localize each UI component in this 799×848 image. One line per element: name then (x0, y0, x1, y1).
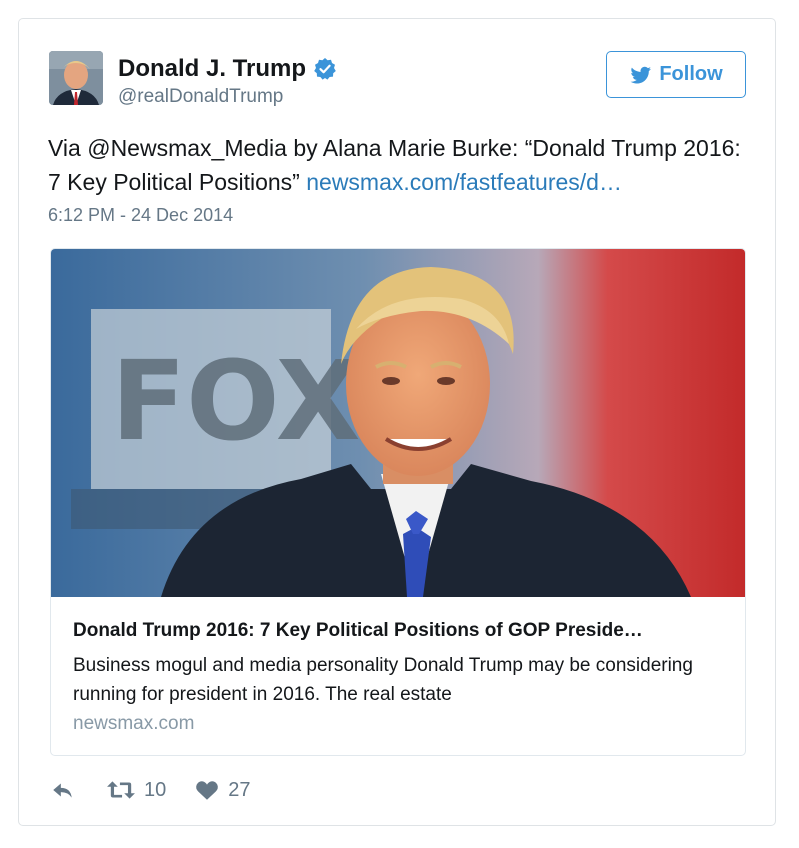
card-title[interactable]: Donald Trump 2016: 7 Key Political Posit… (73, 620, 728, 642)
like-count: 27 (228, 778, 251, 801)
heart-icon (196, 781, 219, 800)
reply-button[interactable] (50, 777, 76, 803)
retweet-icon (107, 781, 135, 799)
card-description: Business mogul and media personality Don… (73, 655, 693, 705)
card-image-fox-text: FOX (111, 337, 361, 465)
author-name-row: Donald J. Trump (118, 55, 337, 83)
link-preview-card[interactable]: FOX Donald Trump 2016: 7 Key Political P… (50, 248, 746, 756)
follow-label: Follow (659, 63, 723, 85)
avatar[interactable] (49, 51, 103, 105)
retweet-count: 10 (144, 778, 167, 801)
tweet-actions: 10 27 (50, 777, 251, 803)
like-button[interactable]: 27 (194, 777, 251, 803)
reply-icon (53, 783, 72, 798)
card-image: FOX (51, 249, 745, 597)
card-domain: newsmax.com (73, 713, 195, 734)
verified-badge-icon (313, 57, 337, 81)
tweet-timestamp[interactable]: 6:12 PM - 24 Dec 2014 (48, 205, 233, 226)
tweet-text: Via @Newsmax_Media by Alana Marie Burke:… (48, 131, 748, 199)
follow-button[interactable]: Follow (606, 51, 746, 98)
retweet-button[interactable]: 10 (106, 777, 166, 803)
tweet-card: Donald J. Trump @realDonaldTrump Follow … (18, 18, 776, 826)
author-name[interactable]: Donald J. Trump (118, 55, 306, 83)
author-handle[interactable]: @realDonaldTrump (118, 86, 283, 108)
twitter-bird-icon (630, 66, 652, 83)
tweet-link[interactable]: newsmax.com/fastfeatures/d… (306, 169, 622, 195)
